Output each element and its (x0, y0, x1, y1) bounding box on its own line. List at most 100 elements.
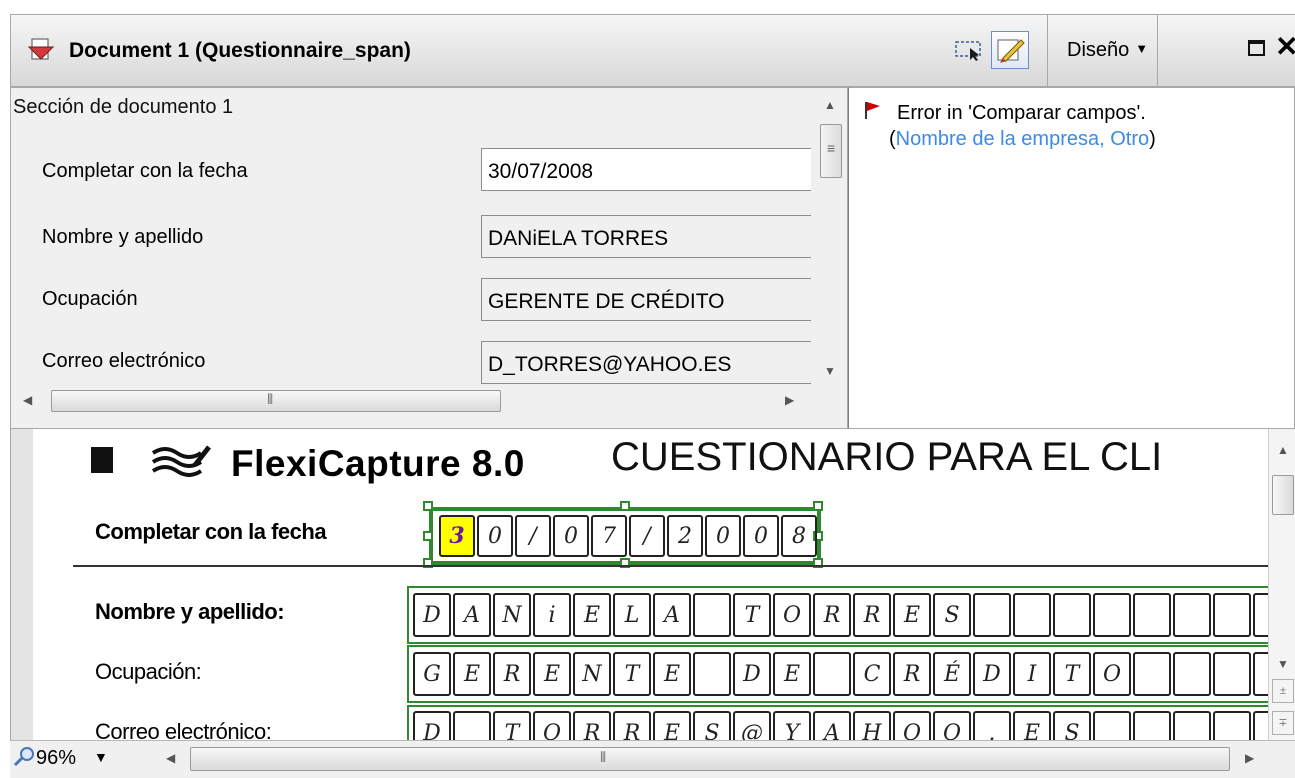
chevron-down-icon[interactable]: ▼ (94, 749, 108, 765)
char-cell: i (533, 593, 571, 637)
date-field[interactable]: 30/07/2008 (481, 148, 811, 191)
char-cell: O (773, 593, 811, 637)
edit-mode-button[interactable] (991, 31, 1029, 69)
horizontal-scroll-thumb[interactable] (51, 390, 501, 412)
image-vertical-scrollbar[interactable]: ▲ ▼ ± ∓ (1268, 429, 1295, 740)
char-cell (1253, 652, 1268, 696)
error-message: Error in 'Comparar campos'. (897, 102, 1146, 124)
char-cell: T (493, 711, 531, 740)
char-cell: O (893, 711, 931, 740)
divider-line (73, 565, 1268, 567)
document-window-titlebar: Document 1 (Questionnaire_span) Diseño ▼ … (10, 14, 1295, 87)
field-label-name: Nombre y apellido (42, 226, 204, 248)
scroll-down-icon[interactable]: ▼ (824, 364, 836, 378)
date-cell: 2 (667, 515, 703, 557)
occupation-cells: GERENTEDECRÉDITO (413, 652, 1268, 696)
char-cell: D (733, 652, 771, 696)
char-cell (693, 652, 731, 696)
email-field[interactable]: D_TORRES@YAHOO.ES (481, 341, 811, 384)
grip-icon: ⦀ (600, 749, 607, 765)
open-paren: ( (889, 128, 896, 150)
vertical-scrollbar[interactable]: ▲ ≡ ▼ (818, 88, 845, 384)
char-cell: R (493, 652, 531, 696)
char-cell: O (1093, 652, 1131, 696)
scroll-right-icon[interactable]: ▶ (785, 393, 794, 407)
next-page-button[interactable]: ∓ (1272, 711, 1294, 735)
product-name: FlexiCapture 8.0 (231, 443, 525, 484)
char-cell: A (653, 593, 691, 637)
name-field[interactable]: DANiELA TORRES (481, 215, 811, 258)
occupation-field[interactable]: GERENTE DE CRÉDITO (481, 278, 811, 321)
char-cell: D (413, 711, 451, 740)
char-cell: R (853, 593, 891, 637)
edit-pencil-icon (997, 39, 1025, 63)
char-cell (1013, 593, 1051, 637)
field-label-date: Completar con la fecha (42, 160, 248, 182)
select-region-button[interactable] (951, 33, 987, 67)
char-cell: . (973, 711, 1011, 740)
char-cell: @ (733, 711, 771, 740)
date-cell: 0 (743, 515, 779, 557)
date-cell: 0 (553, 515, 589, 557)
char-cell (1213, 593, 1251, 637)
image-horizontal-scrollbar[interactable]: ◀ ⦀ ▶ (160, 745, 1265, 773)
char-cell: E (1013, 711, 1051, 740)
char-cell: R (613, 711, 651, 740)
char-cell: D (413, 593, 451, 637)
section-title: Sección de documento 1 (13, 96, 234, 118)
previous-page-button[interactable]: ± (1272, 679, 1294, 703)
corner-mark (91, 447, 113, 473)
scroll-up-icon[interactable]: ▲ (824, 98, 836, 112)
scroll-up-icon[interactable]: ▲ (1277, 443, 1289, 457)
image-statusbar: 96% ▼ ◀ ⦀ ▶ (10, 740, 1295, 778)
char-cell: É (933, 652, 971, 696)
scroll-right-icon[interactable]: ▶ (1245, 751, 1254, 765)
char-cell: R (893, 652, 931, 696)
resize-handle[interactable] (423, 531, 433, 541)
char-cell: I (1013, 652, 1051, 696)
zoom-level[interactable]: 96% (36, 747, 76, 770)
resize-handle[interactable] (620, 501, 630, 511)
char-cell (1053, 593, 1091, 637)
scroll-left-icon[interactable]: ◀ (166, 751, 175, 765)
date-label: Completar con la fecha (95, 519, 327, 544)
error-fields: (Nombre de la empresa, Otro) (889, 128, 1156, 151)
char-cell: T (1053, 652, 1091, 696)
char-cell (1173, 711, 1211, 740)
char-cell: S (1053, 711, 1091, 740)
date-cell: / (629, 515, 665, 557)
char-cell: A (453, 593, 491, 637)
layout-dropdown[interactable]: Diseño ▼ (1067, 39, 1148, 62)
char-cell: S (933, 593, 971, 637)
chevron-down-icon: ▼ (1135, 41, 1149, 56)
image-vertical-scroll-thumb[interactable] (1272, 475, 1294, 515)
scroll-down-icon[interactable]: ▼ (1277, 657, 1289, 671)
field-label-email: Correo electrónico (42, 350, 206, 372)
char-cell: S (693, 711, 731, 740)
char-cell (1213, 711, 1251, 740)
char-cell: R (573, 711, 611, 740)
char-cell: L (613, 593, 651, 637)
close-icon[interactable]: ✕ (1275, 33, 1295, 61)
char-cell (1133, 593, 1171, 637)
restore-icon[interactable] (1247, 37, 1267, 59)
document-title: Document 1 (Questionnaire_span) (69, 39, 411, 62)
resize-handle[interactable] (423, 501, 433, 511)
toolbar-separator (1157, 15, 1158, 86)
char-cell: R (813, 593, 851, 637)
document-image-view[interactable]: FlexiCapture 8.0 CUESTIONARIO PARA EL CL… (10, 429, 1295, 740)
scroll-left-icon[interactable]: ◀ (23, 393, 32, 407)
char-cell: A (813, 711, 851, 740)
error-fields-link[interactable]: Nombre de la empresa, Otro (896, 128, 1149, 150)
char-cell: H (853, 711, 891, 740)
char-cell: C (853, 652, 891, 696)
image-horizontal-scroll-thumb[interactable] (190, 747, 1230, 771)
document-icon (27, 38, 55, 60)
date-cell: 7 (591, 515, 627, 557)
horizontal-scrollbar[interactable]: ◀ ⦀ ▶ (11, 388, 845, 415)
char-cell: E (653, 652, 691, 696)
page-margin (11, 429, 33, 740)
grip-icon: ≡ (827, 140, 836, 156)
resize-handle[interactable] (813, 501, 823, 511)
char-cell: N (493, 593, 531, 637)
